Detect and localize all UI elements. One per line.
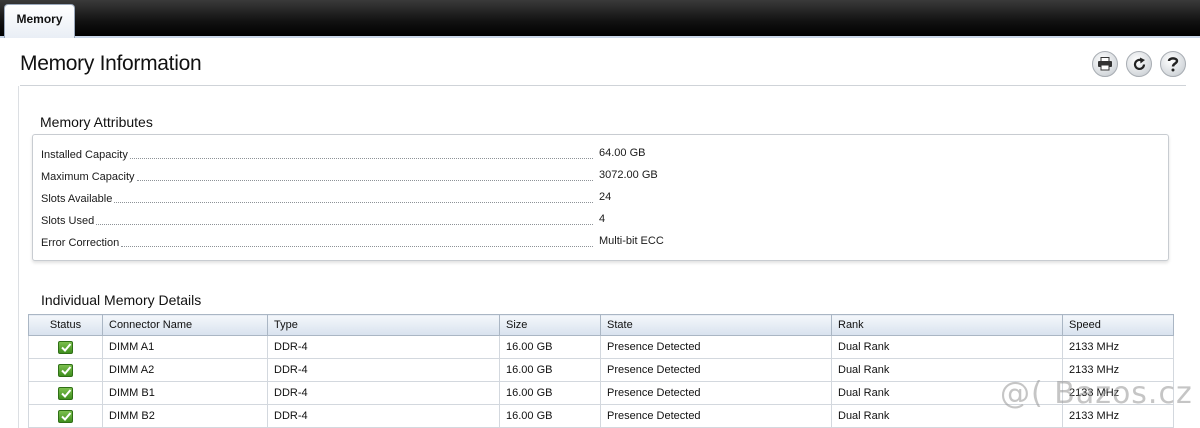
tab-memory[interactable]: Memory [4, 4, 75, 38]
refresh-icon [1133, 57, 1145, 70]
size-cell: 16.00 GB [499, 335, 601, 359]
table-header-row: Status Connector Name Type Size State Ra… [28, 314, 1174, 336]
status-cell [28, 335, 103, 359]
column-header-state[interactable]: State [600, 314, 832, 336]
attribute-value: 24 [599, 191, 612, 203]
column-header-speed[interactable]: Speed [1062, 314, 1174, 336]
connector-cell: DIMM A2 [102, 358, 268, 382]
status-cell [28, 404, 103, 428]
column-header-connector[interactable]: Connector Name [102, 314, 268, 336]
state-cell: Presence Detected [600, 335, 832, 359]
status-cell [28, 358, 103, 382]
speed-cell: 2133 MHz [1062, 335, 1174, 359]
memory-attributes-title: Memory Attributes [40, 114, 153, 130]
attribute-label: Slots Used [41, 215, 95, 227]
column-header-type[interactable]: Type [267, 314, 500, 336]
column-header-rank[interactable]: Rank [831, 314, 1063, 336]
print-button[interactable] [1092, 51, 1118, 77]
tab-bar: Memory [0, 0, 1200, 38]
content-left-border [18, 86, 19, 428]
status-ok-icon [58, 340, 73, 354]
help-button[interactable] [1160, 51, 1186, 77]
column-header-status[interactable]: Status [28, 314, 103, 336]
attribute-row: Error Correction Multi-bit ECC [41, 234, 1161, 250]
attribute-label: Error Correction [41, 237, 120, 249]
printer-icon [1098, 57, 1112, 71]
size-cell: 16.00 GB [499, 404, 601, 428]
attribute-row: Slots Used 4 [41, 212, 1161, 228]
watermark: @( Bazos.cz [1000, 376, 1193, 411]
attribute-label: Installed Capacity [41, 149, 128, 161]
attribute-value: Multi-bit ECC [599, 235, 664, 247]
column-header-size[interactable]: Size [499, 314, 601, 336]
attribute-label: Slots Available [41, 193, 113, 205]
status-ok-icon [58, 409, 73, 423]
attribute-value: 3072.00 GB [599, 169, 658, 181]
size-cell: 16.00 GB [499, 381, 601, 405]
memory-attributes-panel: Installed Capacity 64.00 GB Maximum Capa… [32, 134, 1169, 261]
state-cell: Presence Detected [600, 358, 832, 382]
table-row: DIMM A1 DDR-4 16.00 GB Presence Detected… [28, 335, 1174, 359]
status-ok-icon [58, 386, 73, 400]
attribute-row: Installed Capacity 64.00 GB [41, 146, 1161, 162]
connector-cell: DIMM A1 [102, 335, 268, 359]
size-cell: 16.00 GB [499, 358, 601, 382]
attribute-value: 64.00 GB [599, 147, 646, 159]
rank-cell: Dual Rank [831, 335, 1063, 359]
type-cell: DDR-4 [267, 381, 500, 405]
attribute-label: Maximum Capacity [41, 171, 135, 183]
status-cell [28, 381, 103, 405]
attribute-value: 4 [599, 213, 606, 225]
page-title: Memory Information [20, 52, 202, 75]
connector-cell: DIMM B1 [102, 381, 268, 405]
type-cell: DDR-4 [267, 335, 500, 359]
status-ok-icon [58, 363, 73, 377]
attribute-row: Slots Available 24 [41, 190, 1161, 206]
refresh-button[interactable] [1126, 51, 1152, 77]
help-icon [1167, 57, 1179, 72]
type-cell: DDR-4 [267, 404, 500, 428]
state-cell: Presence Detected [600, 404, 832, 428]
toolbar [1092, 51, 1186, 77]
state-cell: Presence Detected [600, 381, 832, 405]
memory-details-title: Individual Memory Details [41, 292, 202, 308]
attribute-row: Maximum Capacity 3072.00 GB [41, 168, 1161, 184]
connector-cell: DIMM B2 [102, 404, 268, 428]
type-cell: DDR-4 [267, 358, 500, 382]
title-divider [20, 85, 1186, 86]
